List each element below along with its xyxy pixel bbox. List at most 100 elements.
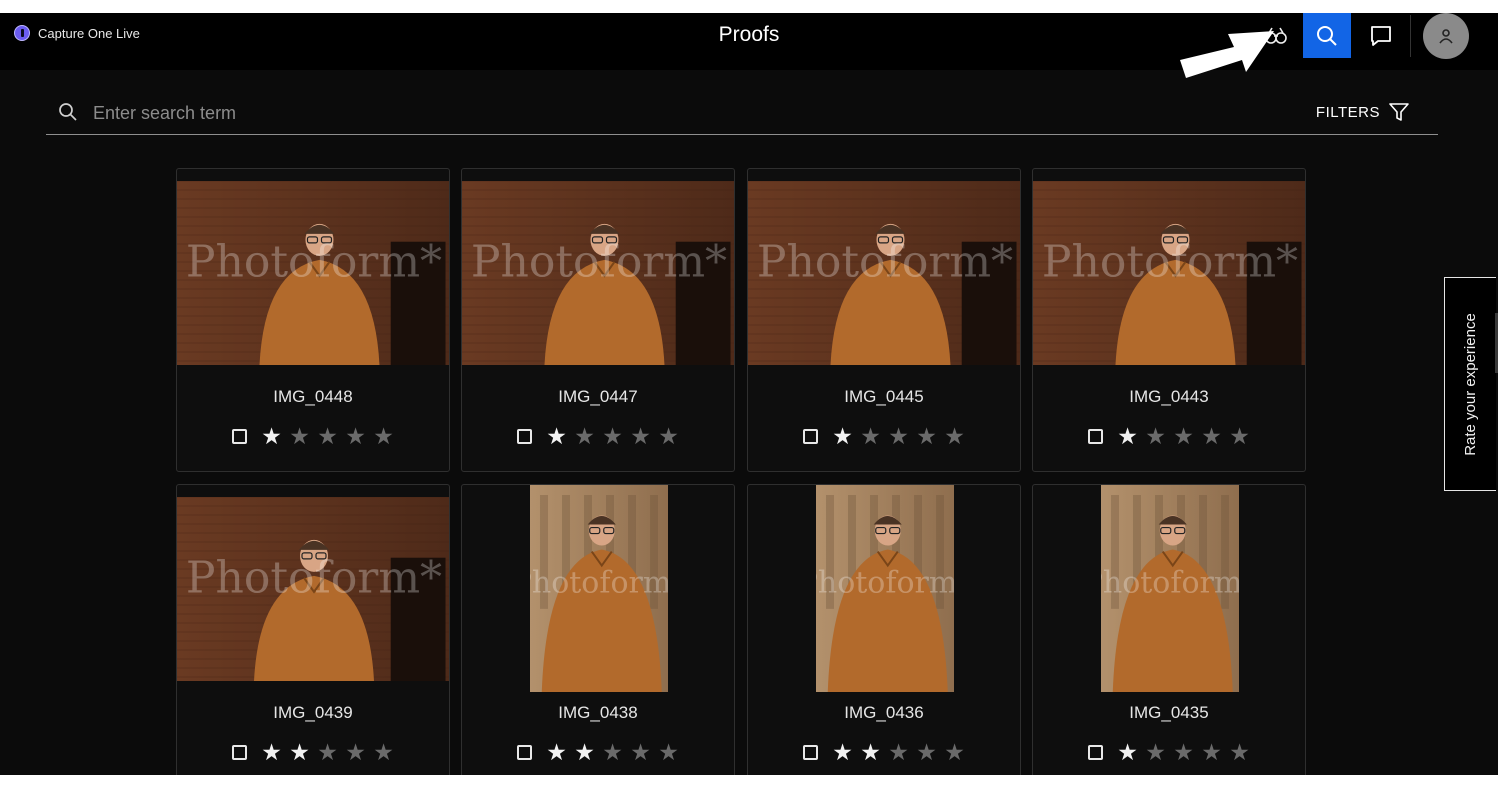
star-icon[interactable]: ★ <box>261 741 283 764</box>
svg-text:Photoform*: Photoform* <box>471 237 727 288</box>
star-icon[interactable]: ★ <box>261 425 283 448</box>
proof-thumbnail[interactable]: Photoform* <box>530 485 668 692</box>
proof-card[interactable]: Photoform* IMG_0438 ★ ★ ★ ★ ★ <box>461 484 735 775</box>
star-icon[interactable]: ★ <box>345 741 367 764</box>
select-checkbox[interactable] <box>516 745 532 760</box>
star-icon[interactable]: ★ <box>546 425 568 448</box>
proof-card[interactable]: Photoform* IMG_0435 ★ ★ ★ ★ ★ <box>1032 484 1306 775</box>
annotation-arrow-icon <box>1180 31 1274 78</box>
proof-thumbnail[interactable]: Photoform* <box>177 181 449 365</box>
proof-card[interactable]: Photoform* IMG_0436 ★ ★ ★ ★ ★ <box>747 484 1021 775</box>
star-icon[interactable]: ★ <box>916 741 938 764</box>
star-icon[interactable]: ★ <box>630 425 652 448</box>
star-icon[interactable]: ★ <box>832 425 854 448</box>
star-icon[interactable]: ★ <box>317 425 339 448</box>
star-icon[interactable]: ★ <box>289 425 311 448</box>
filters-button[interactable]: FILTERS <box>1316 101 1410 123</box>
star-icon[interactable]: ★ <box>546 741 568 764</box>
rating-row: ★ ★ ★ ★ ★ <box>748 425 1020 448</box>
proof-thumbnail[interactable]: Photoform* <box>1101 485 1239 692</box>
star-icon[interactable]: ★ <box>574 425 596 448</box>
star-icon[interactable]: ★ <box>944 741 966 764</box>
select-checkbox[interactable] <box>516 429 532 444</box>
proof-card[interactable]: Photoform* IMG_0447 ★ ★ ★ ★ ★ <box>461 168 735 472</box>
star-icon[interactable]: ★ <box>1229 741 1251 764</box>
svg-text:Photoform*: Photoform* <box>757 237 1013 288</box>
star-icon[interactable]: ★ <box>1117 741 1139 764</box>
star-icon[interactable]: ★ <box>860 425 882 448</box>
svg-text:Photoform*: Photoform* <box>186 553 442 604</box>
svg-text:Photoform*: Photoform* <box>1101 566 1239 601</box>
rating-row: ★ ★ ★ ★ ★ <box>462 425 734 448</box>
star-icon[interactable]: ★ <box>916 425 938 448</box>
star-icon[interactable]: ★ <box>1145 425 1167 448</box>
funnel-icon <box>1389 103 1409 121</box>
proof-thumbnail[interactable]: Photoform* <box>816 485 954 692</box>
rating-row: ★ ★ ★ ★ ★ <box>1033 425 1305 448</box>
star-icon[interactable]: ★ <box>658 425 680 448</box>
rating-row: ★ ★ ★ ★ ★ <box>177 425 449 448</box>
scrollbar[interactable] <box>1495 313 1498 373</box>
page-title: Proofs <box>718 23 780 46</box>
proof-thumbnail[interactable]: Photoform* <box>748 181 1020 365</box>
star-icon[interactable]: ★ <box>944 425 966 448</box>
filters-label: FILTERS <box>1315 103 1380 121</box>
search-button[interactable] <box>1303 13 1351 58</box>
star-icon[interactable]: ★ <box>1117 425 1139 448</box>
select-checkbox[interactable] <box>802 745 818 760</box>
star-icon[interactable]: ★ <box>1173 741 1195 764</box>
svg-text:Photoform*: Photoform* <box>816 566 954 601</box>
select-checkbox[interactable] <box>231 745 247 760</box>
search-input[interactable] <box>91 99 995 127</box>
rate-experience-tab[interactable]: Rate your experience <box>1444 277 1496 491</box>
proof-thumbnail[interactable]: Photoform* <box>1033 181 1305 365</box>
svg-text:Photoform*: Photoform* <box>1042 237 1298 288</box>
app-brand[interactable]: Capture One Live <box>14 25 140 41</box>
star-icon[interactable]: ★ <box>860 741 882 764</box>
app-name: Capture One Live <box>38 25 140 41</box>
search-bar: FILTERS <box>46 93 1438 135</box>
star-icon[interactable]: ★ <box>317 741 339 764</box>
select-checkbox[interactable] <box>1087 429 1103 444</box>
star-icon[interactable]: ★ <box>373 425 395 448</box>
capture-one-logo-icon <box>14 25 30 41</box>
proof-card[interactable]: Photoform* IMG_0439 ★ ★ ★ ★ ★ <box>176 484 450 775</box>
svg-text:Photoform*: Photoform* <box>186 237 442 288</box>
user-icon <box>1439 29 1453 44</box>
star-icon[interactable]: ★ <box>602 741 624 764</box>
star-icon[interactable]: ★ <box>658 741 680 764</box>
proof-thumbnail[interactable]: Photoform* <box>462 181 734 365</box>
star-icon[interactable]: ★ <box>888 425 910 448</box>
star-icon[interactable]: ★ <box>1201 425 1223 448</box>
proof-filename: IMG_0438 <box>558 703 638 722</box>
proof-card[interactable]: Photoform* IMG_0445 ★ ★ ★ ★ ★ <box>747 168 1021 472</box>
star-icon[interactable]: ★ <box>373 741 395 764</box>
proof-thumbnail[interactable]: Photoform* <box>177 497 449 681</box>
star-icon[interactable]: ★ <box>289 741 311 764</box>
user-avatar[interactable] <box>1423 13 1469 59</box>
select-checkbox[interactable] <box>231 429 247 444</box>
star-icon[interactable]: ★ <box>1229 425 1251 448</box>
star-icon[interactable]: ★ <box>832 741 854 764</box>
star-icon[interactable]: ★ <box>574 741 596 764</box>
app-window: Capture One Live Proofs Enter search ter… <box>0 13 1498 775</box>
rate-experience-label: Rate your experience <box>1462 312 1479 456</box>
proof-filename: IMG_0435 <box>1129 703 1209 722</box>
star-icon[interactable]: ★ <box>1173 425 1195 448</box>
star-icon[interactable]: ★ <box>888 741 910 764</box>
rating-row: ★ ★ ★ ★ ★ <box>177 741 449 764</box>
search-icon <box>59 103 77 121</box>
proof-card[interactable]: Photoform* IMG_0443 ★ ★ ★ ★ ★ <box>1032 168 1306 472</box>
star-icon[interactable]: ★ <box>345 425 367 448</box>
star-icon[interactable]: ★ <box>1201 741 1223 764</box>
proof-filename: IMG_0439 <box>273 703 353 722</box>
proof-filename: IMG_0447 <box>558 387 638 406</box>
star-icon[interactable]: ★ <box>1145 741 1167 764</box>
star-icon[interactable]: ★ <box>602 425 624 448</box>
proof-card[interactable]: Photoform* IMG_0448 ★ ★ ★ ★ ★ <box>176 168 450 472</box>
select-checkbox[interactable] <box>802 429 818 444</box>
star-icon[interactable]: ★ <box>630 741 652 764</box>
comments-button[interactable] <box>1357 13 1405 58</box>
proof-filename: IMG_0436 <box>844 703 924 722</box>
select-checkbox[interactable] <box>1087 745 1103 760</box>
